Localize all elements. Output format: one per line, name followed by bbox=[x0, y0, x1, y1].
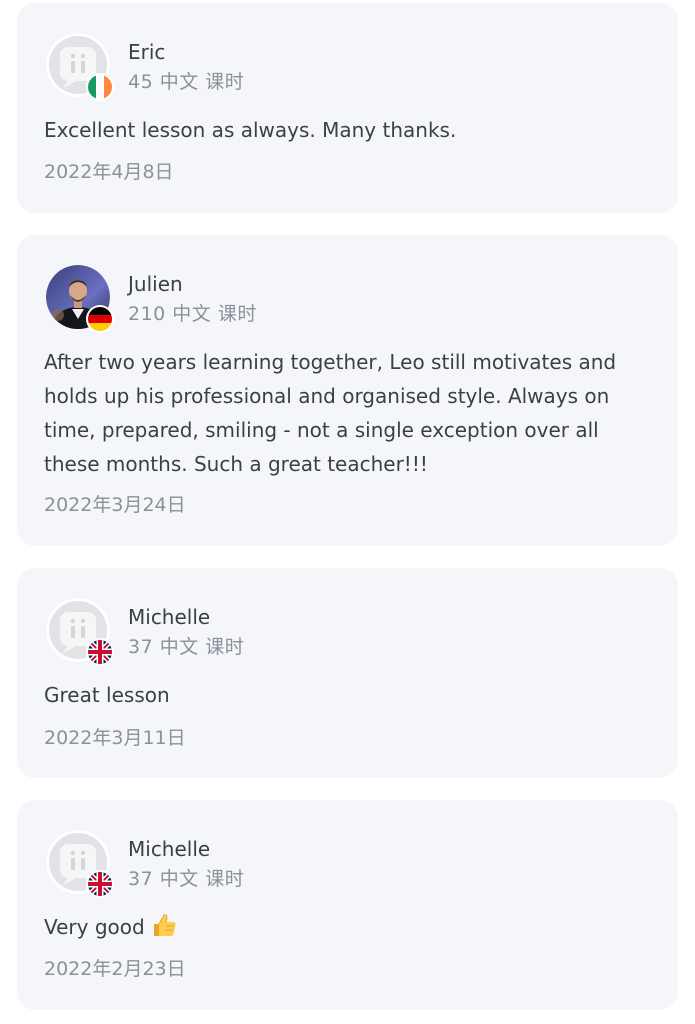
avatar[interactable] bbox=[46, 33, 112, 99]
review-text: Very good bbox=[44, 915, 145, 939]
review-list: Eric 45 中文 课时 Excellent lesson as always… bbox=[0, 0, 695, 1024]
review-card: Eric 45 中文 课时 Excellent lesson as always… bbox=[17, 3, 678, 213]
review-date: 2022年4月8日 bbox=[44, 161, 174, 183]
reviewer-name[interactable]: Eric bbox=[128, 39, 165, 65]
review-text: Great lesson bbox=[44, 683, 170, 707]
uk-flag-icon bbox=[88, 872, 112, 896]
germany-flag-icon bbox=[88, 307, 112, 331]
lesson-count: 210 中文 课时 bbox=[128, 303, 257, 325]
review-card: Michelle 37 中文 课时 Very good 2022年2月23日 bbox=[17, 800, 678, 1010]
review-date: 2022年2月23日 bbox=[44, 958, 186, 980]
ireland-flag-icon bbox=[88, 75, 112, 99]
lesson-count: 37 中文 课时 bbox=[128, 868, 245, 890]
review-text: Excellent lesson as always. Many thanks. bbox=[44, 118, 457, 142]
lesson-count: 37 中文 课时 bbox=[128, 636, 245, 658]
avatar[interactable] bbox=[46, 598, 112, 664]
review-date: 2022年3月11日 bbox=[44, 727, 186, 749]
avatar[interactable] bbox=[46, 265, 112, 331]
review-card: Julien 210 中文 课时 After two years learnin… bbox=[17, 235, 678, 546]
reviewer-name[interactable]: Julien bbox=[128, 271, 183, 297]
review-text: After two years learning together, Leo s… bbox=[44, 350, 617, 476]
review-text-container: Very good bbox=[44, 910, 638, 948]
thumbs-up-icon bbox=[151, 912, 177, 948]
reviewer-name[interactable]: Michelle bbox=[128, 604, 210, 630]
review-date: 2022年3月24日 bbox=[44, 494, 186, 516]
review-card: Michelle 37 中文 课时 Great lesson 2022年3月11… bbox=[17, 568, 678, 778]
avatar[interactable] bbox=[46, 830, 112, 896]
lesson-count: 45 中文 课时 bbox=[128, 71, 245, 93]
uk-flag-icon bbox=[88, 640, 112, 664]
reviewer-name[interactable]: Michelle bbox=[128, 836, 210, 862]
